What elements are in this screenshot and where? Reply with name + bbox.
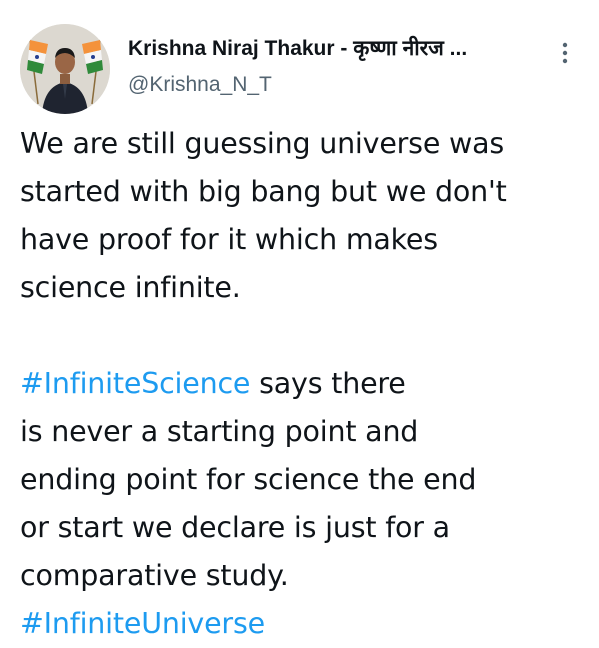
- more-vertical-icon: [562, 42, 568, 64]
- hashtag-infinite-science[interactable]: #InfiniteScience: [20, 367, 250, 400]
- author-handle[interactable]: @Krishna_N_T: [128, 73, 272, 97]
- tweet-line: science infinite.: [20, 271, 241, 304]
- tweet-line: or start we declare is just for a: [20, 511, 450, 544]
- author-display-name[interactable]: Krishna Niraj Thakur - कृष्णा नीरज ...: [128, 34, 467, 62]
- avatar[interactable]: [20, 24, 110, 114]
- tweet-line: is never a starting point and: [20, 415, 419, 448]
- avatar-image: [20, 24, 110, 114]
- tweet: Krishna Niraj Thakur - कृष्णा नीरज ... @…: [0, 0, 599, 640]
- tweet-line: comparative study.: [20, 559, 289, 592]
- tweet-line-text: says there: [250, 367, 406, 400]
- tweet-line: #InfiniteUniverse: [20, 600, 590, 648]
- tweet-line: #InfiniteScience says there: [20, 360, 590, 408]
- more-options-button[interactable]: [548, 36, 582, 70]
- tweet-line: ending point for science the end: [20, 463, 477, 496]
- tweet-line: have proof for it which makes: [20, 223, 438, 256]
- tweet-text: We are still guessing universe was start…: [20, 120, 590, 648]
- tweet-line: started with big bang but we don't: [20, 175, 507, 208]
- tweet-line: We are still guessing universe was: [20, 127, 505, 160]
- hashtag-infinite-universe[interactable]: #InfiniteUniverse: [20, 607, 265, 640]
